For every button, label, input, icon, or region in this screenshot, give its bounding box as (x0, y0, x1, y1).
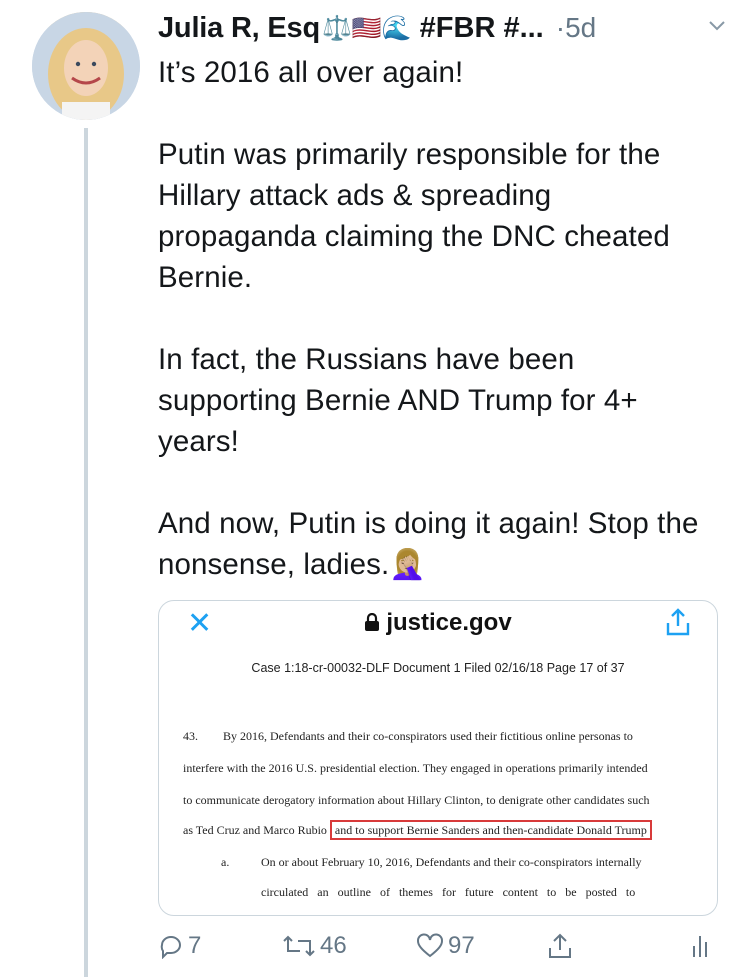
doc-line-text: as Ted Cruz and Marco Rubio (183, 823, 327, 837)
doc-line: a. On or about February 10, 2016, Defenda… (221, 855, 717, 870)
share-tweet-icon (549, 933, 571, 958)
reply-icon (160, 936, 181, 959)
time-separator: · (555, 12, 566, 43)
browser-bar: ✕ justice.gov (159, 601, 717, 645)
avatar-image (32, 12, 140, 120)
reply-count: 7 (188, 932, 202, 959)
embedded-screenshot-card[interactable]: ✕ justice.gov Case 1:18-cr-00032-DLF Doc… (158, 600, 718, 916)
like-button[interactable]: 97 (416, 932, 475, 960)
retweet-icon (283, 935, 315, 957)
author-name[interactable]: Julia R, Esq (158, 12, 320, 45)
doc-line: circulated an outline of themes for futu… (261, 885, 717, 900)
doc-line: interfere with the 2016 U.S. presidentia… (183, 761, 703, 776)
retweet-button[interactable]: 46 (282, 932, 347, 960)
lock-icon (365, 612, 380, 631)
author-hashtags[interactable]: #FBR #... (420, 12, 544, 45)
doc-line-text: circulated an outline of themes for futu… (261, 885, 636, 899)
doc-line: 43. By 2016, Defendants and their co-cons… (183, 729, 703, 744)
analytics-button[interactable] (690, 932, 714, 958)
doc-line-text: interfere with the 2016 U.S. presidentia… (183, 761, 648, 775)
reply-button[interactable]: 7 (158, 932, 201, 960)
timestamp[interactable]: ·5d (556, 12, 596, 44)
domain-text: justice.gov (386, 609, 512, 636)
paragraph-number: 43. (183, 729, 198, 743)
author-emojis: ⚖️🇺🇸🌊 (322, 14, 412, 42)
share-tweet-button[interactable] (546, 932, 574, 960)
doc-line-text: By 2016, Defendants and their co-conspir… (223, 729, 633, 743)
doc-line: as Ted Cruz and Marco Rubio and to suppo… (183, 820, 703, 840)
like-count: 97 (448, 932, 475, 959)
tweet-text: It’s 2016 all over again! Putin was prim… (158, 56, 699, 581)
share-icon[interactable] (663, 607, 693, 642)
tweet-actions: 7 46 97 (158, 932, 718, 968)
page-domain: justice.gov (159, 609, 717, 637)
doc-line-text: On or about February 10, 2016, Defendant… (261, 855, 642, 869)
analytics-icon (693, 936, 707, 957)
tweet-header: Julia R, Esq ⚖️🇺🇸🌊 #FBR #... ·5d (158, 8, 728, 48)
doc-line-text: to communicate derogatory information ab… (183, 793, 650, 807)
author-avatar[interactable] (32, 12, 140, 120)
highlighted-passage: and to support Bernie Sanders and then-c… (329, 820, 652, 840)
thread-connector-line (84, 128, 88, 977)
doc-line: to communicate derogatory information ab… (183, 793, 703, 808)
retweet-count: 46 (320, 932, 347, 959)
subparagraph-letter: a. (221, 855, 230, 869)
document-header: Case 1:18-cr-00032-DLF Document 1 Filed … (251, 661, 625, 675)
heart-icon (417, 933, 443, 958)
time-ago: 5d (565, 12, 597, 43)
chevron-down-icon[interactable] (706, 14, 728, 43)
